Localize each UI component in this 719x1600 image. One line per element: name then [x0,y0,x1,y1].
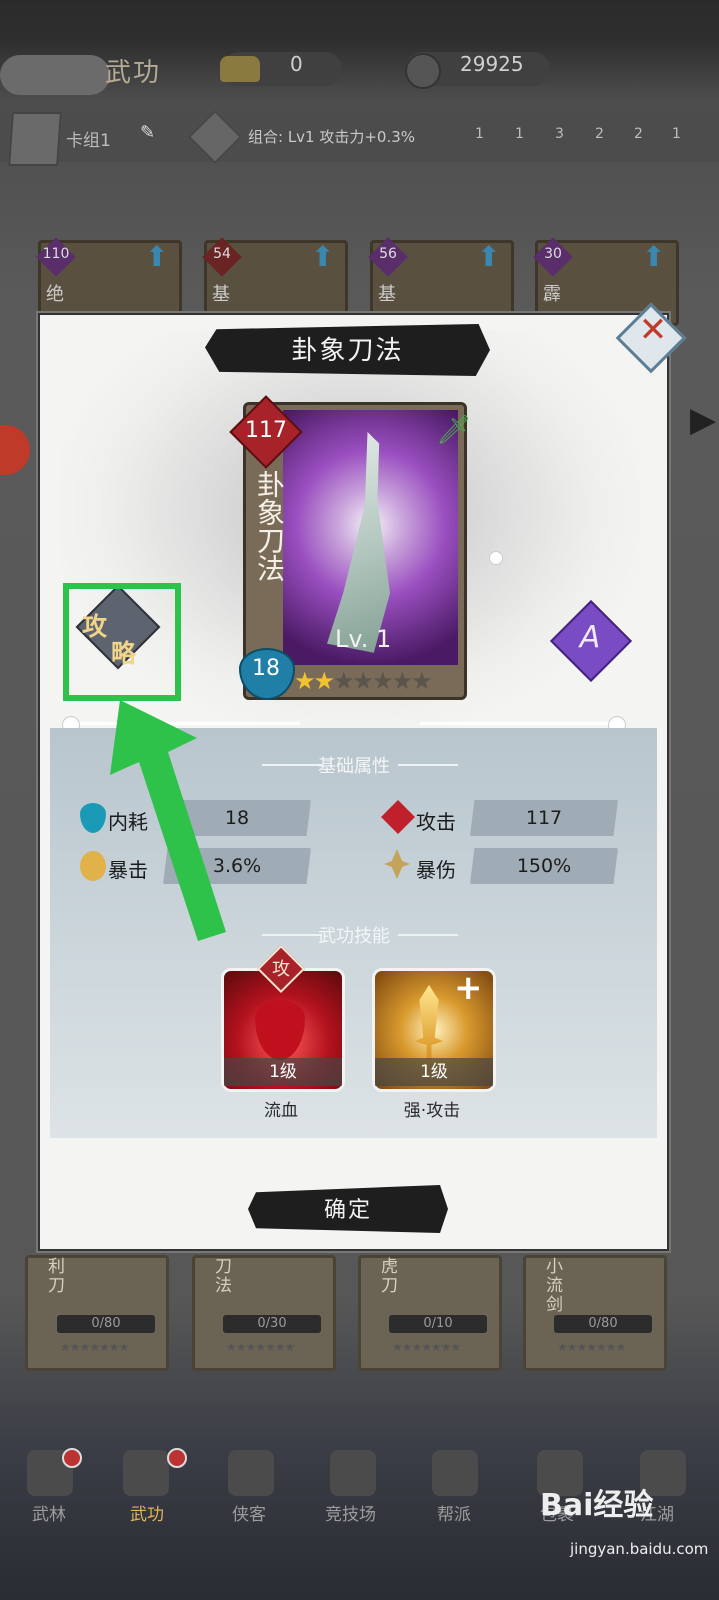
annotation-arrow [110,700,226,941]
watermark-url: jingyan.baidu.com [570,1540,709,1558]
watermark-logo: Bai经验 [540,1488,654,1523]
